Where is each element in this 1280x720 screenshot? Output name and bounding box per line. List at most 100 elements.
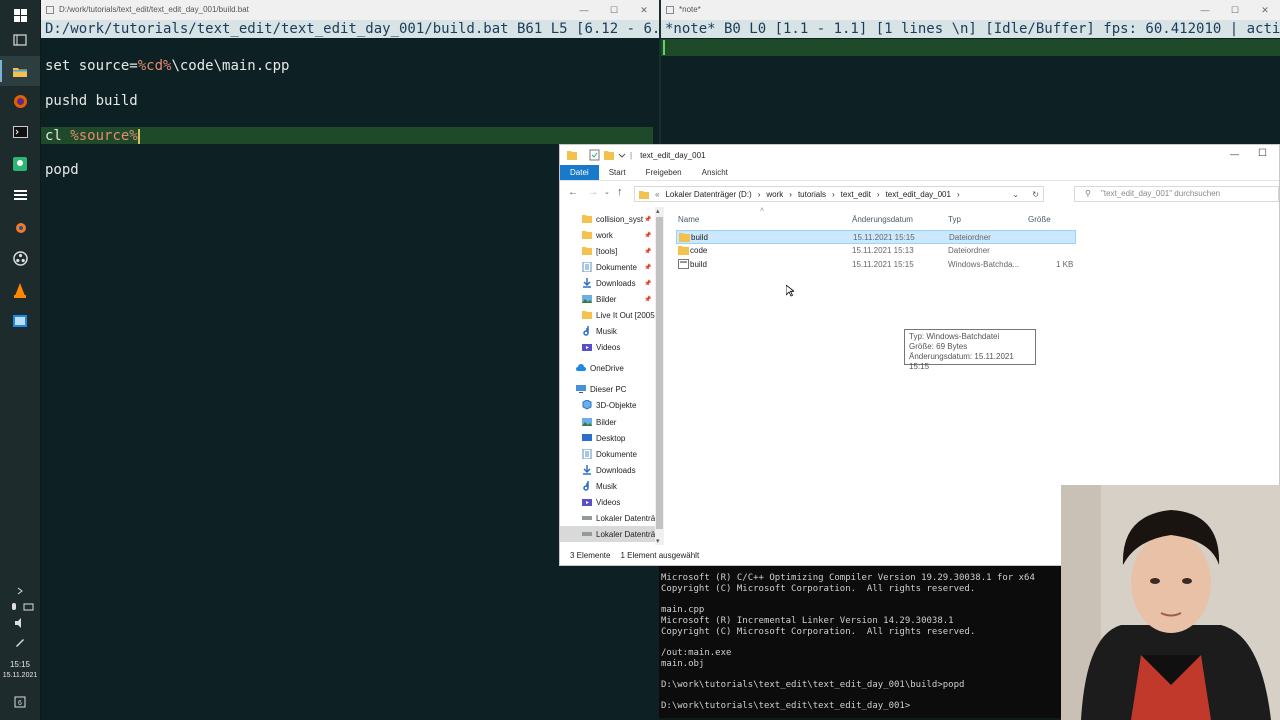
nav-item[interactable]: Lokaler Datenträ — [560, 526, 656, 542]
nav-item[interactable]: Desktop — [560, 430, 656, 446]
recent-locations-icon[interactable]: ⌄ — [604, 188, 610, 196]
editor-title-bar[interactable]: *note* — ☐ ✕ — [661, 0, 1280, 20]
app-icon[interactable] — [0, 306, 40, 336]
nav-item-label: Videos — [596, 342, 621, 352]
forward-arrow-icon[interactable]: → — [588, 187, 598, 198]
file-row[interactable]: code 15.11.2021 15:13 Dateiordner — [676, 244, 1076, 258]
code-line-3[interactable]: cl %source% — [45, 128, 140, 144]
clock-time[interactable]: 15:15 — [0, 660, 40, 669]
column-header-name[interactable]: Name — [678, 215, 699, 224]
download-icon — [582, 278, 592, 288]
notification-icon[interactable]: 6 — [0, 696, 40, 710]
column-header-date[interactable]: Änderungsdatum — [852, 215, 913, 224]
code-text: pushd build — [45, 93, 138, 109]
chat-icon[interactable] — [0, 149, 40, 179]
maximize-button[interactable]: ☐ — [599, 0, 629, 20]
breadcrumb-item[interactable]: Lokaler Datenträger (D:) — [665, 190, 751, 199]
pin-icon[interactable]: 📌 — [644, 280, 651, 287]
obs-icon[interactable] — [0, 243, 40, 273]
tab-datei[interactable]: Datei — [560, 165, 599, 180]
file-row[interactable]: build 15.11.2021 15:15 Dateiordner — [676, 230, 1076, 244]
column-header-type[interactable]: Typ — [948, 215, 961, 224]
ide-icon[interactable] — [0, 181, 40, 211]
microphone-icon[interactable] — [0, 602, 40, 616]
code-line-1[interactable]: set source=%cd%\code\main.cpp — [45, 58, 289, 74]
file-row[interactable]: build 15.11.2021 15:15 Windows-Batchda... 1… — [676, 258, 1076, 272]
scroll-down-icon[interactable]: ▾ — [656, 537, 660, 545]
file-date: 15.11.2021 15:13 — [852, 246, 914, 255]
nav-item[interactable]: Live It Out [2005 — [560, 307, 656, 323]
column-header-size[interactable]: Größe — [1028, 215, 1051, 224]
minimize-button[interactable]: — — [1230, 149, 1239, 159]
volume-icon[interactable] — [0, 618, 40, 630]
pin-icon[interactable]: 📌 — [644, 264, 651, 271]
nav-item[interactable]: Videos — [560, 339, 656, 355]
pen-icon[interactable] — [0, 636, 40, 650]
code-line-2[interactable]: pushd build — [45, 93, 138, 109]
nav-item[interactable]: Musik — [560, 323, 656, 339]
blender-icon[interactable] — [0, 212, 40, 242]
nav-scrollbar[interactable]: ▴ ▾ — [655, 207, 664, 545]
quick-access-toolbar-icon[interactable] — [566, 149, 626, 161]
tooltip-date: Änderungsdatum: 15.11.2021 15:15 — [909, 352, 1014, 371]
code-line-4[interactable]: popd — [45, 162, 79, 178]
overflow-chevron-icon[interactable]: « — [655, 190, 659, 199]
nav-item[interactable]: work 📌 — [560, 227, 656, 243]
up-arrow-icon[interactable]: ↑ — [617, 186, 623, 198]
tab-freigeben[interactable]: Freigeben — [636, 165, 692, 180]
minimize-button[interactable]: — — [1190, 0, 1220, 20]
nav-item[interactable]: Dokumente — [560, 446, 656, 462]
refresh-icon[interactable]: ↻ — [1032, 190, 1039, 199]
search-placeholder: "text_edit_day_001" durchsuchen — [1101, 189, 1221, 198]
nav-item[interactable]: Bilder 📌 — [560, 291, 656, 307]
pin-icon[interactable]: 📌 — [644, 248, 651, 255]
back-arrow-icon[interactable]: ← — [568, 187, 578, 198]
console-line: D:\work\tutorials\text_edit\text_edit_da… — [661, 680, 965, 690]
pin-icon[interactable]: 📌 — [644, 296, 651, 303]
task-view-icon[interactable] — [0, 25, 40, 55]
maximize-button[interactable]: ☐ — [1220, 0, 1250, 20]
nav-item-label: Bilder — [596, 294, 617, 304]
maximize-button[interactable]: ☐ — [1258, 148, 1267, 159]
firefox-icon[interactable] — [0, 86, 40, 116]
breadcrumb-item[interactable]: work — [766, 190, 783, 199]
scroll-up-icon[interactable]: ▴ — [656, 207, 660, 215]
sort-up-icon: ˄ — [760, 207, 765, 214]
terminal-icon[interactable] — [0, 117, 40, 147]
nav-item[interactable]: Dokumente 📌 — [560, 259, 656, 275]
console-output[interactable]: Microsoft (R) C/C++ Optimizing Compiler … — [659, 566, 1061, 718]
close-button[interactable]: ✕ — [629, 0, 659, 20]
nav-item[interactable]: collision_syst 📌 — [560, 211, 656, 227]
nav-item[interactable]: Bilder — [560, 414, 656, 430]
nav-item[interactable]: Downloads — [560, 462, 656, 478]
pin-icon[interactable]: 📌 — [644, 216, 651, 223]
nav-item[interactable]: Videos — [560, 494, 656, 510]
chevron-up-icon[interactable] — [0, 586, 40, 598]
breadcrumb-item[interactable]: tutorials — [798, 190, 826, 199]
tab-start[interactable]: Start — [599, 165, 636, 180]
file-explorer-icon[interactable] — [0, 56, 40, 86]
nav-item[interactable]: Lokaler Datenträ — [560, 510, 656, 526]
pin-icon[interactable]: 📌 — [644, 232, 651, 239]
editor-title-bar[interactable]: D:/work/tutorials/text_edit/text_edit_da… — [41, 0, 659, 20]
chevron-down-icon[interactable]: ⌄ — [1012, 190, 1019, 199]
address-bar[interactable]: « Lokaler Datenträger (D:) › work › tutori… — [634, 186, 1044, 202]
clock-date[interactable]: 15.11.2021 — [0, 672, 40, 679]
minimize-button[interactable]: — — [569, 0, 599, 20]
nav-item[interactable]: [tools] 📌 — [560, 243, 656, 259]
nav-item[interactable]: 3D-Objekte — [560, 397, 656, 413]
breadcrumb-item[interactable]: text_edit — [841, 190, 871, 199]
scroll-thumb[interactable] — [656, 217, 663, 529]
nav-item[interactable]: Musik — [560, 478, 656, 494]
nav-item[interactable]: OneDrive — [560, 360, 656, 376]
breadcrumb-item[interactable]: text_edit_day_001 — [886, 190, 951, 199]
tab-ansicht[interactable]: Ansicht — [692, 165, 738, 180]
nav-item[interactable]: Dieser PC — [560, 381, 656, 397]
search-input[interactable]: ⚲ "text_edit_day_001" durchsuchen — [1074, 186, 1279, 202]
vlc-icon[interactable] — [0, 275, 40, 305]
documents-icon — [582, 449, 592, 459]
explorer-title-bar[interactable]: | text_edit_day_001 — ☐ — [560, 145, 1279, 165]
close-button[interactable]: ✕ — [1250, 0, 1280, 20]
nav-item[interactable]: Downloads 📌 — [560, 275, 656, 291]
explorer-title: text_edit_day_001 — [640, 150, 706, 160]
